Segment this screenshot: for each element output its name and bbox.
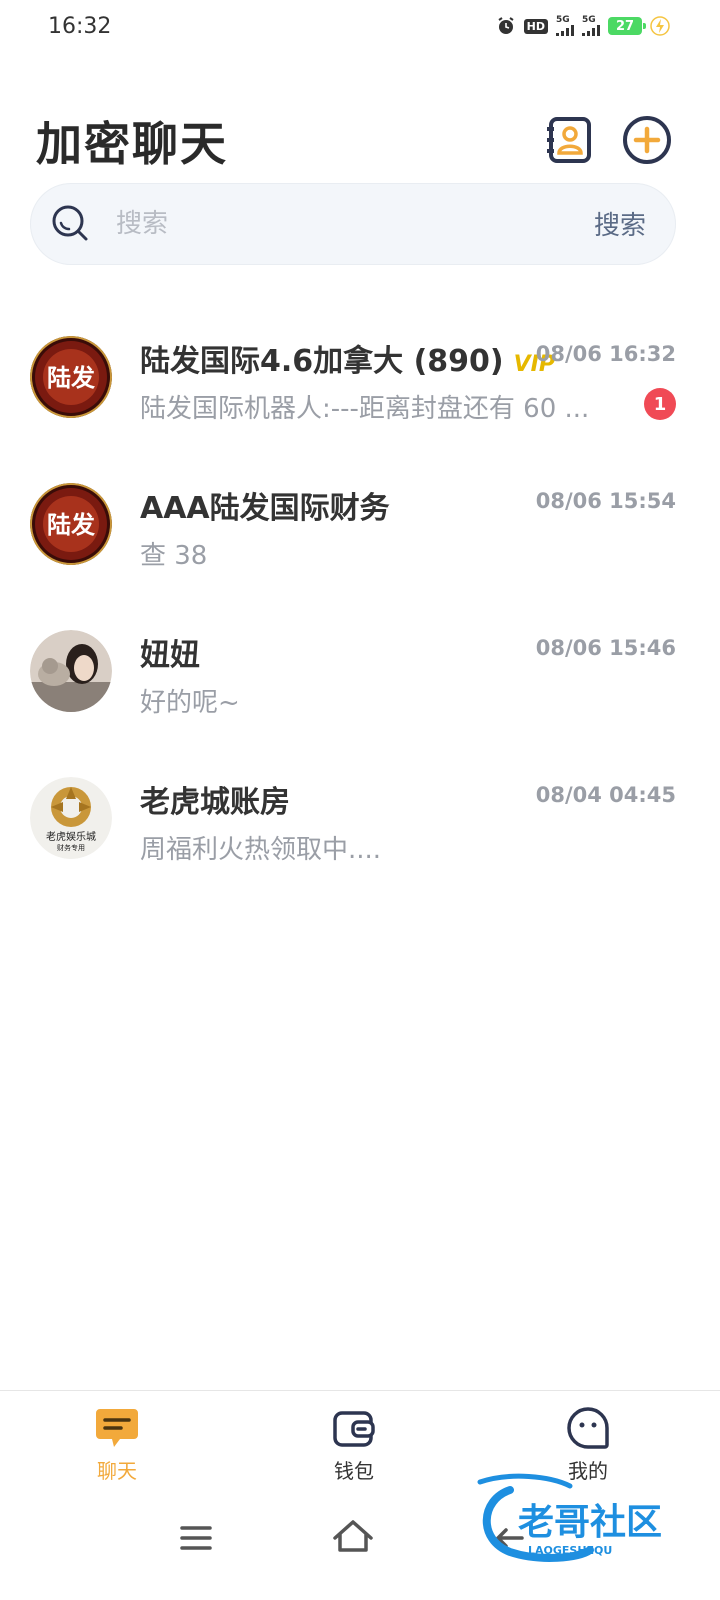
avatar: 陆发	[30, 483, 112, 565]
chat-item[interactable]: 老虎娱乐城 财务专用 老虎城账房 08/04 04:45 周福利火热领取中...…	[0, 741, 720, 888]
status-icons: HD 5G 5G 27	[496, 16, 670, 36]
charging-icon	[650, 16, 670, 36]
search-bar: 搜索	[30, 183, 676, 265]
chat-name: 妞妞	[140, 638, 200, 673]
page-title: 加密聊天	[36, 117, 228, 171]
search-button[interactable]: 搜索	[594, 205, 646, 242]
svg-text:陆发: 陆发	[47, 364, 95, 392]
search-icon	[52, 205, 88, 241]
nav-item-chat[interactable]: 聊天	[57, 1405, 177, 1484]
chat-item[interactable]: 妞妞 08/06 15:46 好的呢~	[0, 594, 720, 741]
chat-time: 08/06 16:32	[535, 342, 676, 366]
chat-item[interactable]: 陆发 AAA陆发国际财务 08/06 15:54 查 38	[0, 447, 720, 594]
chat-name: 陆发国际4.6加拿大 (890) VIP	[140, 344, 555, 379]
watermark-logo: 老哥社区 LAOGESHEQU	[477, 1473, 662, 1562]
avatar: 老虎娱乐城 财务专用	[30, 777, 112, 859]
chat-preview: 查 38	[140, 541, 208, 571]
svg-text:老哥社区: 老哥社区	[518, 1502, 662, 1543]
chat-bubble-icon	[96, 1409, 138, 1447]
signal-icon: 5G	[582, 16, 600, 36]
avatar	[30, 630, 112, 712]
unread-badge: 1	[644, 388, 676, 420]
alarm-icon	[498, 17, 514, 34]
chat-name: 老虎城账房	[140, 785, 290, 820]
home-icon[interactable]	[323, 1508, 383, 1568]
wallet-icon	[333, 1411, 375, 1447]
chat-time: 08/06 15:54	[535, 489, 676, 513]
chat-preview: 好的呢~	[140, 688, 240, 718]
contacts-book-icon	[547, 117, 591, 163]
chat-list: 陆发 陆发国际4.6加拿大 (890) VIP 08/06 16:32 陆发国际机…	[0, 300, 720, 888]
svg-text:陆发: 陆发	[47, 511, 95, 539]
add-button[interactable]	[621, 114, 673, 166]
chat-item[interactable]: 陆发 陆发国际4.6加拿大 (890) VIP 08/06 16:32 陆发国际机…	[0, 300, 720, 447]
svg-text:财务专用: 财务专用	[57, 843, 85, 852]
nav-item-wallet[interactable]: 钱包	[294, 1405, 414, 1484]
chat-name: AAA陆发国际财务	[140, 491, 390, 526]
chat-preview: 周福利火热领取中....	[140, 835, 382, 865]
chat-time: 08/06 15:46	[535, 636, 676, 660]
avatar: 陆发	[30, 336, 112, 418]
menu-icon[interactable]	[166, 1508, 226, 1568]
status-time: 16:32	[48, 14, 112, 39]
hd-icon: HD	[523, 18, 548, 34]
profile-face-icon	[567, 1407, 609, 1449]
chat-preview: 陆发国际机器人:---距离封盘还有 60 ...	[140, 394, 590, 424]
chat-time: 08/04 04:45	[535, 783, 676, 807]
search-input[interactable]	[114, 201, 558, 247]
contacts-button[interactable]	[545, 115, 595, 165]
plus-circle-icon	[623, 116, 671, 164]
svg-text:LAOGESHEQU: LAOGESHEQU	[528, 1544, 612, 1557]
status-bar: 16:32 HD 5G 5G 27	[0, 0, 720, 56]
signal-icon: 5G	[556, 16, 574, 36]
svg-text:老虎娱乐城: 老虎娱乐城	[46, 830, 96, 843]
battery-icon: 27	[608, 17, 646, 35]
nav-label: 钱包	[334, 1459, 374, 1483]
nav-label: 聊天	[97, 1459, 137, 1483]
